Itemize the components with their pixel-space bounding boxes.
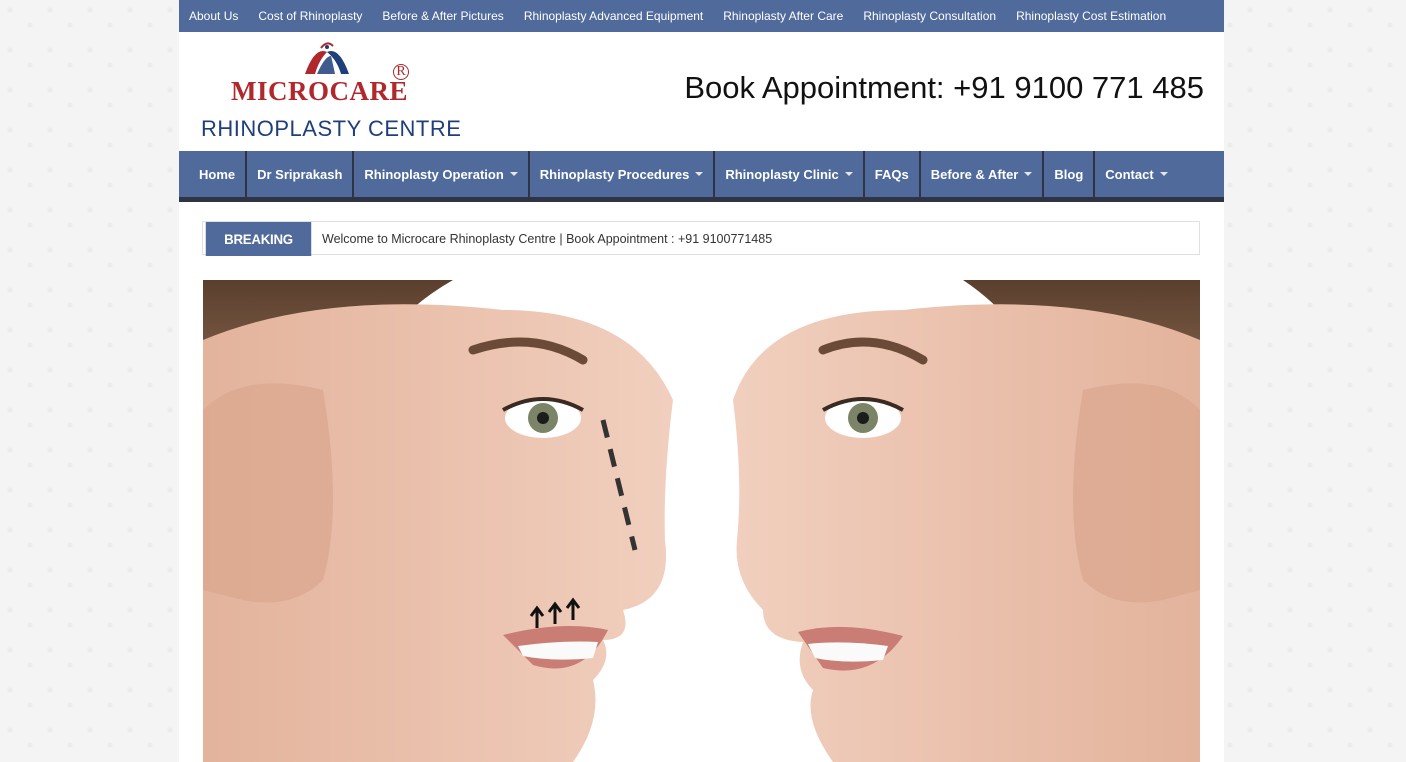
nav-faqs-label: FAQs xyxy=(874,166,909,182)
breaking-news-bar: BREAKING NEWS Welcome to Microcare Rhino… xyxy=(202,221,1200,281)
nav-before-after[interactable]: Before & After xyxy=(921,151,1045,197)
chevron-down-icon xyxy=(1024,172,1033,176)
nav-rhinoplasty-clinic[interactable]: Rhinoplasty Clinic xyxy=(715,151,865,197)
top-nav-cost-of-rhinoplasty[interactable]: Cost of Rhinoplasty xyxy=(248,0,372,32)
nav-rhinoplasty-procedures[interactable]: Rhinoplasty Procedures xyxy=(530,151,716,197)
chevron-down-icon xyxy=(509,172,518,176)
site-logo[interactable]: MICROCARE R RHINOPLASTY CENTRE xyxy=(201,38,461,148)
top-nav-about-us[interactable]: About Us xyxy=(179,0,248,32)
nav-dr-sriprakash[interactable]: Dr Sriprakash xyxy=(247,151,355,197)
breaking-news-tag: BREAKING NEWS xyxy=(205,222,312,281)
nav-before-after-label: Before & After xyxy=(930,166,1019,182)
page-wrapper: About Us Cost of Rhinoplasty Before & Af… xyxy=(179,0,1224,762)
nav-contact-label: Contact xyxy=(1105,166,1154,182)
nav-dr-sriprakash-label: Dr Sriprakash xyxy=(257,166,343,182)
chevron-down-icon xyxy=(695,172,704,176)
rhinoplasty-before-after-illustration xyxy=(203,280,1200,762)
logo-subtitle: RHINOPLASTY CENTRE xyxy=(201,116,462,141)
chevron-down-icon xyxy=(844,172,853,176)
nav-home[interactable]: Home xyxy=(179,151,248,197)
hero-image xyxy=(203,280,1200,762)
nav-faqs[interactable]: FAQs xyxy=(865,151,921,197)
registered-mark: R xyxy=(393,64,409,80)
nav-rhinoplasty-clinic-label: Rhinoplasty Clinic xyxy=(725,166,839,182)
main-nav: Home Dr Sriprakash Rhinoplasty Operation… xyxy=(179,151,1224,202)
top-nav-consultation[interactable]: Rhinoplasty Consultation xyxy=(853,0,1006,32)
top-nav-advanced-equipment[interactable]: Rhinoplasty Advanced Equipment xyxy=(514,0,713,32)
breaking-news-text[interactable]: Welcome to Microcare Rhinoplasty Centre … xyxy=(322,222,772,256)
nav-home-label: Home xyxy=(199,166,236,182)
nav-contact[interactable]: Contact xyxy=(1095,151,1177,197)
logo-emblem-icon xyxy=(305,42,349,74)
nav-blog-label: Blog xyxy=(1054,166,1084,182)
top-nav-cost-estimation[interactable]: Rhinoplasty Cost Estimation xyxy=(1006,0,1176,32)
nav-rhinoplasty-operation-label: Rhinoplasty Operation xyxy=(364,166,504,182)
nav-rhinoplasty-operation[interactable]: Rhinoplasty Operation xyxy=(354,151,530,197)
nav-blog[interactable]: Blog xyxy=(1044,151,1096,197)
top-nav-after-care[interactable]: Rhinoplasty After Care xyxy=(713,0,853,32)
top-nav: About Us Cost of Rhinoplasty Before & Af… xyxy=(179,0,1224,32)
logo-brand-text: MICROCARE xyxy=(231,76,408,106)
site-header: MICROCARE R RHINOPLASTY CENTRE Book Appo… xyxy=(179,32,1224,151)
top-nav-before-after-pictures[interactable]: Before & After Pictures xyxy=(372,0,513,32)
nav-rhinoplasty-procedures-label: Rhinoplasty Procedures xyxy=(539,166,690,182)
book-appointment-phone[interactable]: Book Appointment: +91 9100 771 485 xyxy=(684,70,1204,106)
chevron-down-icon xyxy=(1159,172,1168,176)
